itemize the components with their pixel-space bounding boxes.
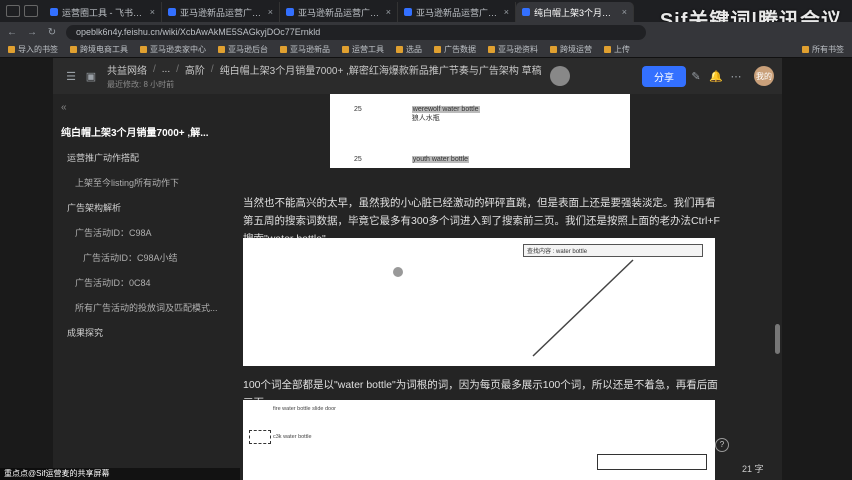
crumb-separator: / <box>176 64 179 75</box>
bookmark-item[interactable]: 广告数据 <box>434 44 476 55</box>
share-button[interactable]: 分享 <box>642 65 686 87</box>
window-icon[interactable] <box>6 5 20 17</box>
close-icon[interactable]: × <box>150 7 155 17</box>
folder-icon <box>8 46 15 53</box>
outline-panel: « 纯白帽上架3个月销量7000+ ,解... 运营推广动作搭配 上架至今lis… <box>53 94 233 480</box>
bookmark-item[interactable]: 跨境运营 <box>550 44 592 55</box>
feishu-icon <box>168 8 176 16</box>
folder-icon <box>140 46 147 53</box>
feishu-icon <box>522 8 530 16</box>
outline-item[interactable]: 广告活动ID：C98A小结 <box>61 248 225 267</box>
close-icon[interactable]: × <box>268 7 273 17</box>
crumb-separator: / <box>210 64 214 75</box>
feishu-icon <box>404 8 412 16</box>
page-title: 纯白帽上架3个月销量7000+ ,解密红海爆款新品推广节奏与广告架构 草稿 <box>219 66 542 77</box>
more-icon[interactable]: ⋯ <box>726 70 746 83</box>
bookmark-item[interactable]: 跨境电商工具 <box>70 44 128 55</box>
close-icon[interactable]: × <box>386 7 391 17</box>
folder-icon <box>550 46 557 53</box>
screenshot-image-top[interactable]: 25 werewolf water bottle 狼人水瓶 25 youth wa… <box>330 94 630 168</box>
edit-icon[interactable]: ✎ <box>686 70 706 83</box>
feishu-icon <box>50 8 58 16</box>
word-count: 21 字 <box>742 464 764 474</box>
screen-share-banner: 重点点@Sif运营麦的共享屏幕 <box>0 468 240 480</box>
address-bar: ← → ↻ opeblk6n4y.feishu.cn/wiki/XcbAwAkM… <box>0 22 852 42</box>
crumb-separator: / <box>153 64 156 75</box>
doc-header: ☰ ▣ 共益网络 / ... / 高阶 / 纯白帽上架3个月销量7000+ ,解… <box>53 58 782 94</box>
all-bookmarks[interactable]: 所有书签 <box>802 44 844 55</box>
notification-icon[interactable]: 🔔 <box>706 70 726 83</box>
pagination-box <box>597 454 707 470</box>
bookmark-item[interactable]: 亚马逊新品 <box>280 44 330 55</box>
folder-icon <box>434 46 441 53</box>
browser-tab-3[interactable]: 亚马逊新品运营广告策略× <box>280 2 398 22</box>
bookmark-item[interactable]: 亚马逊资料 <box>488 44 538 55</box>
folder-icon <box>70 46 77 53</box>
folder-icon <box>604 46 611 53</box>
bookmark-item[interactable]: 亚马逊后台 <box>218 44 268 55</box>
close-icon[interactable]: × <box>504 7 509 17</box>
breadcrumb: 共益网络 / ... / 高阶 / 纯白帽上架3个月销量7000+ ,解密红海爆… <box>107 62 542 90</box>
folder-icon <box>396 46 403 53</box>
crumb-space[interactable]: 共益网络 <box>107 62 147 77</box>
folder-icon <box>802 46 809 53</box>
outline-item[interactable]: 广告架构解析 <box>61 198 225 217</box>
screenshot-image-results[interactable]: fire water bottle slide door c3k water b… <box>243 400 715 480</box>
outline-item[interactable]: 广告活动ID：C98A <box>61 223 225 242</box>
crumb-folder[interactable]: 高阶 <box>185 62 205 77</box>
back-icon[interactable]: ← <box>6 27 18 38</box>
browser-tab-4[interactable]: 亚马逊新品运营广告打法× <box>398 2 516 22</box>
sidebar-toggle-icon[interactable]: ☰ <box>61 70 81 83</box>
browser-tab-1[interactable]: 运营圈工具 - 飞书云文档× <box>44 2 162 22</box>
outline-item[interactable]: 运营推广动作搭配 <box>61 148 225 167</box>
window-controls <box>0 0 44 22</box>
crumb-more[interactable]: ... <box>162 64 170 75</box>
folder-icon <box>342 46 349 53</box>
url-input[interactable]: opeblk6n4y.feishu.cn/wiki/XcbAwAkME5SAGk… <box>66 24 646 40</box>
screen-share-right-margin <box>782 58 852 480</box>
scrollbar-thumb[interactable] <box>775 324 780 354</box>
outline-item[interactable]: 广告活动ID：0C84 <box>61 273 225 292</box>
user-avatar[interactable]: 我的 <box>754 66 774 86</box>
outline-item[interactable]: 所有广告活动的投放词及匹配模式... <box>61 298 225 317</box>
scrollbar[interactable] <box>773 94 782 480</box>
forward-icon[interactable]: → <box>26 27 38 38</box>
browser-tab-active[interactable]: 纯白帽上架3个月销量7000+× <box>516 2 634 22</box>
wiki-icon[interactable]: ▣ <box>81 70 101 83</box>
browser-tab-2[interactable]: 亚马逊新品运营广告策略× <box>162 2 280 22</box>
screen-share-left-margin <box>0 58 53 480</box>
bookmark-item[interactable]: 亚马逊卖家中心 <box>140 44 206 55</box>
collapse-outline-icon[interactable]: « <box>61 102 225 113</box>
folder-icon <box>488 46 495 53</box>
close-icon[interactable]: × <box>622 7 627 17</box>
tab-list-icon[interactable] <box>24 5 38 17</box>
help-icon[interactable]: ? <box>715 438 729 452</box>
bookmarks-bar: 导入的书签 跨境电商工具 亚马逊卖家中心 亚马逊后台 亚马逊新品 运营工具 选品… <box>0 42 852 58</box>
collaborator-avatar[interactable] <box>549 66 570 86</box>
outline-item[interactable]: 纯白帽上架3个月销量7000+ ,解... <box>61 121 225 142</box>
outline-item[interactable]: 上架至今listing所有动作下 <box>61 173 225 192</box>
highlight-box <box>249 430 271 444</box>
tab-bar: 运营圈工具 - 飞书云文档× 亚马逊新品运营广告策略× 亚马逊新品运营广告策略×… <box>0 0 852 32</box>
bookmark-item[interactable]: 上传 <box>604 44 630 55</box>
bookmark-item[interactable]: 运营工具 <box>342 44 384 55</box>
table-row: 25 werewolf water bottle 狼人水瓶 <box>354 106 480 122</box>
folder-icon <box>280 46 287 53</box>
last-modified: 最近修改: 8 小时前 <box>107 80 175 89</box>
document-body: 25 werewolf water bottle 狼人水瓶 25 youth wa… <box>233 94 773 480</box>
bookmark-item[interactable]: 导入的书签 <box>8 44 58 55</box>
table-row: 25 youth water bottle <box>354 156 470 163</box>
folder-icon <box>218 46 225 53</box>
bookmark-item[interactable]: 选品 <box>396 44 422 55</box>
feishu-icon <box>286 8 294 16</box>
annotation-arrow <box>393 259 634 357</box>
reload-icon[interactable]: ↻ <box>46 27 58 38</box>
outline-item[interactable]: 成果探究 <box>61 323 225 342</box>
screenshot-image-search[interactable]: 查找内容 : water bottle <box>243 238 715 366</box>
